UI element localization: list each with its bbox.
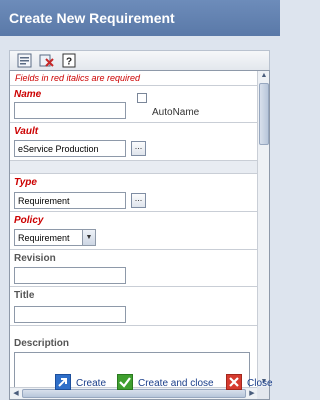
policy-select[interactable]: Requirement ▼ xyxy=(14,229,96,246)
reset-icon[interactable] xyxy=(39,53,55,68)
policy-label: Policy xyxy=(14,215,44,226)
scroll-right-icon[interactable]: ▶ xyxy=(247,389,257,399)
title-input[interactable] xyxy=(14,306,126,323)
close-label: Close xyxy=(247,378,273,389)
required-fields-note: Fields in red italics are required xyxy=(10,71,258,86)
description-label: Description xyxy=(14,338,70,349)
dialog-title: Create New Requirement xyxy=(0,0,280,36)
create-arrow-icon xyxy=(55,374,71,390)
name-label: Name xyxy=(14,89,42,100)
vault-input[interactable]: eService Production xyxy=(14,140,126,157)
title-field-row: Title xyxy=(10,287,258,326)
autoname-checkbox[interactable] xyxy=(137,93,147,103)
type-input[interactable]: Requirement xyxy=(14,192,126,209)
name-input[interactable] xyxy=(14,102,126,119)
type-field-row: Type Requirement ... xyxy=(10,174,258,212)
create-label: Create xyxy=(76,378,107,389)
description-field-row: Description xyxy=(10,326,258,389)
vertical-scrollbar[interactable]: ▲ ▼ xyxy=(257,71,269,389)
type-label: Type xyxy=(14,177,37,188)
chevron-down-icon[interactable]: ▼ xyxy=(82,230,95,245)
vault-field-row: Vault eService Production ... xyxy=(10,123,258,161)
policy-field-row: Policy Requirement ▼ xyxy=(10,212,258,250)
svg-text:?: ? xyxy=(66,57,72,68)
form-toolbar: ? xyxy=(9,50,270,70)
vertical-scroll-thumb[interactable] xyxy=(259,83,269,145)
checkmark-icon xyxy=(117,374,133,390)
vault-label: Vault xyxy=(14,126,39,137)
revision-field-row: Revision xyxy=(10,250,258,287)
autoname-label: AutoName xyxy=(152,107,200,118)
close-icon xyxy=(226,374,242,390)
help-icon[interactable]: ? xyxy=(61,53,77,68)
scroll-left-icon[interactable]: ◀ xyxy=(11,389,21,399)
revision-label: Revision xyxy=(14,253,56,264)
horizontal-scroll-thumb[interactable] xyxy=(22,389,246,398)
vault-chooser-button[interactable]: ... xyxy=(131,141,146,156)
dialog-body: ? Fields in red italics are required Nam… xyxy=(0,36,280,400)
policy-select-value: Requirement xyxy=(18,233,70,243)
section-divider xyxy=(10,161,258,174)
create-and-close-label: Create and close xyxy=(138,378,214,389)
clear-form-icon[interactable] xyxy=(17,53,33,68)
scroll-up-icon[interactable]: ▲ xyxy=(259,72,269,82)
title-label: Title xyxy=(14,290,35,301)
horizontal-scrollbar[interactable]: ◀ ▶ xyxy=(10,387,258,399)
form-content: Fields in red italics are required Name … xyxy=(10,71,258,389)
revision-input[interactable] xyxy=(14,267,126,284)
form-panel: Fields in red italics are required Name … xyxy=(9,70,270,400)
type-chooser-button[interactable]: ... xyxy=(131,193,146,208)
name-field-row: Name AutoName xyxy=(10,86,258,123)
